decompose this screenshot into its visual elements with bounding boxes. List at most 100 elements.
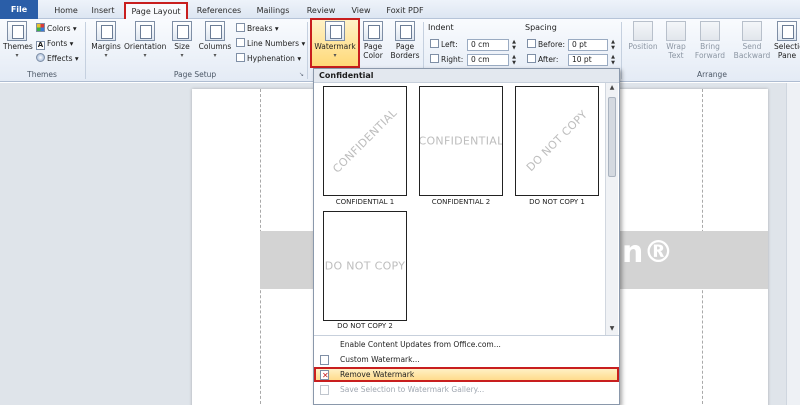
custom-watermark-item[interactable]: Custom Watermark... xyxy=(314,352,619,367)
spacing-after-text: After: xyxy=(538,55,559,64)
indent-right-field[interactable]: 0 cm xyxy=(467,54,509,66)
columns-label: Columns xyxy=(198,42,232,51)
vertical-scrollbar[interactable] xyxy=(786,83,800,405)
save-selection-to-gallery-item[interactable]: Save Selection to Watermark Gallery... xyxy=(314,382,619,397)
tab-review[interactable]: Review xyxy=(301,3,341,19)
themes-button[interactable]: Themes ▾ xyxy=(3,21,33,60)
watermark-thumb-label: DO NOT COPY 1 xyxy=(529,198,585,206)
gallery-section-header: Confidential xyxy=(314,69,619,83)
chevron-down-icon: ▾ xyxy=(15,52,19,59)
position-label: Position xyxy=(628,42,658,51)
position-button[interactable]: Position xyxy=(624,21,662,51)
spacing-before-spinner[interactable]: ▲ ▼ xyxy=(609,39,617,51)
selection-pane-icon xyxy=(777,21,797,41)
watermark-thumb-do-not-copy-2[interactable]: DO NOT COPY xyxy=(323,211,407,321)
themes-button-label: Themes xyxy=(3,42,33,51)
tab-page-layout[interactable]: Page Layout xyxy=(124,2,188,21)
colors-label: Colors xyxy=(47,24,71,33)
page-color-label: Page Color xyxy=(363,42,383,60)
group-divider xyxy=(307,22,308,79)
indent-left-spinner[interactable]: ▲ ▼ xyxy=(510,39,518,51)
watermark-thumb-confidential-2[interactable]: CONFIDENTIAL xyxy=(419,86,503,196)
scroll-up-icon[interactable]: ▲ xyxy=(606,83,618,93)
page-color-icon xyxy=(363,21,383,41)
group-divider xyxy=(85,22,86,79)
spacing-before-field[interactable]: 0 pt xyxy=(568,39,608,51)
spacing-before-icon xyxy=(527,39,536,48)
indent-right-spinner[interactable]: ▲ ▼ xyxy=(510,54,518,66)
send-backward-button[interactable]: Send Backward xyxy=(732,21,772,60)
custom-watermark-icon xyxy=(320,355,329,365)
enable-content-updates-item[interactable]: Enable Content Updates from Office.com..… xyxy=(314,337,619,352)
remove-watermark-item[interactable]: Remove Watermark xyxy=(314,367,619,383)
page-color-button[interactable]: Page Color xyxy=(360,21,386,60)
spacing-before-text: Before: xyxy=(538,40,566,49)
fonts-button[interactable]: A Fonts ▾ xyxy=(36,38,73,50)
page-setup-group-label: Page Setup xyxy=(173,70,217,79)
effects-icon xyxy=(36,53,45,62)
indent-left-field[interactable]: 0 cm xyxy=(467,39,509,51)
indent-heading: Indent xyxy=(428,23,454,32)
watermark-icon xyxy=(325,21,345,41)
breaks-button[interactable]: Breaks ▾ xyxy=(236,23,279,35)
send-backward-label: Send Backward xyxy=(733,42,771,60)
hyphenation-label: Hyphenation xyxy=(247,54,295,63)
watermark-button[interactable]: Watermark ▾ xyxy=(312,21,358,60)
tab-view[interactable]: View xyxy=(347,3,375,19)
watermark-preview-text: DO NOT COPY xyxy=(523,107,591,175)
page-borders-icon xyxy=(395,21,415,41)
custom-watermark-label: Custom Watermark... xyxy=(340,355,420,364)
wrap-text-button[interactable]: Wrap Text xyxy=(664,21,688,60)
indent-left-label: Left: xyxy=(430,39,458,51)
selection-pane-button[interactable]: Selection Pane xyxy=(774,21,800,60)
indent-right-label: Right: xyxy=(430,54,463,66)
arrange-group-label: Arrange xyxy=(697,70,727,79)
spacing-after-field[interactable]: 10 pt xyxy=(568,54,608,66)
tab-file[interactable]: File xyxy=(0,0,38,19)
spacing-after-label: After: xyxy=(527,54,558,66)
margins-label: Margins xyxy=(91,42,121,51)
spacing-after-spinner[interactable]: ▲ ▼ xyxy=(609,54,617,66)
gallery-scroll-thumb[interactable] xyxy=(608,97,616,177)
gallery-scrollbar[interactable]: ▲ ▼ xyxy=(605,83,618,335)
tab-references[interactable]: References xyxy=(193,3,245,19)
group-divider xyxy=(621,22,622,79)
tab-foxit-pdf[interactable]: Foxit PDF xyxy=(384,3,426,19)
scroll-down-icon[interactable]: ▼ xyxy=(606,324,618,334)
fonts-icon: A xyxy=(36,41,45,50)
columns-button[interactable]: Columns ▾ xyxy=(198,21,232,60)
wrap-text-icon xyxy=(666,21,686,41)
selection-pane-label: Selection Pane xyxy=(774,42,800,60)
indent-left-text: Left: xyxy=(441,40,458,49)
effects-label: Effects xyxy=(47,54,73,63)
tab-insert[interactable]: Insert xyxy=(86,3,120,19)
hyphenation-button[interactable]: Hyphenation ▾ xyxy=(236,53,301,65)
margins-button[interactable]: Margins ▾ xyxy=(90,21,122,60)
page-borders-button[interactable]: Page Borders xyxy=(388,21,422,60)
bring-forward-icon xyxy=(700,21,720,41)
orientation-icon xyxy=(135,21,155,41)
indent-right-text: Right: xyxy=(441,55,464,64)
indent-left-icon xyxy=(430,39,439,48)
wrap-text-label: Wrap Text xyxy=(666,42,686,60)
watermark-thumb-confidential-1[interactable]: CONFIDENTIAL xyxy=(323,86,407,196)
themes-group-label: Themes xyxy=(27,70,57,79)
dialog-launcher-icon[interactable]: ↘ xyxy=(299,69,304,81)
size-button[interactable]: Size ▾ xyxy=(170,21,194,60)
watermark-thumb-do-not-copy-1[interactable]: DO NOT COPY xyxy=(515,86,599,196)
remove-watermark-label: Remove Watermark xyxy=(340,370,415,379)
chevron-down-icon: ▾ xyxy=(333,52,337,59)
line-numbers-button[interactable]: Line Numbers ▾ xyxy=(236,38,305,50)
bring-forward-button[interactable]: Bring Forward xyxy=(692,21,728,60)
effects-button[interactable]: Effects ▾ xyxy=(36,53,79,65)
tab-home[interactable]: Home xyxy=(46,3,86,19)
chevron-down-icon: ▾ xyxy=(143,52,147,59)
breaks-label: Breaks xyxy=(247,24,273,33)
margins-icon xyxy=(96,21,116,41)
colors-icon xyxy=(36,23,45,32)
colors-button[interactable]: Colors ▾ xyxy=(36,23,77,35)
orientation-button[interactable]: Orientation ▾ xyxy=(124,21,166,60)
tab-mailings[interactable]: Mailings xyxy=(249,3,297,19)
chevron-down-icon: ▾ xyxy=(104,52,108,59)
orientation-label: Orientation xyxy=(124,42,167,51)
